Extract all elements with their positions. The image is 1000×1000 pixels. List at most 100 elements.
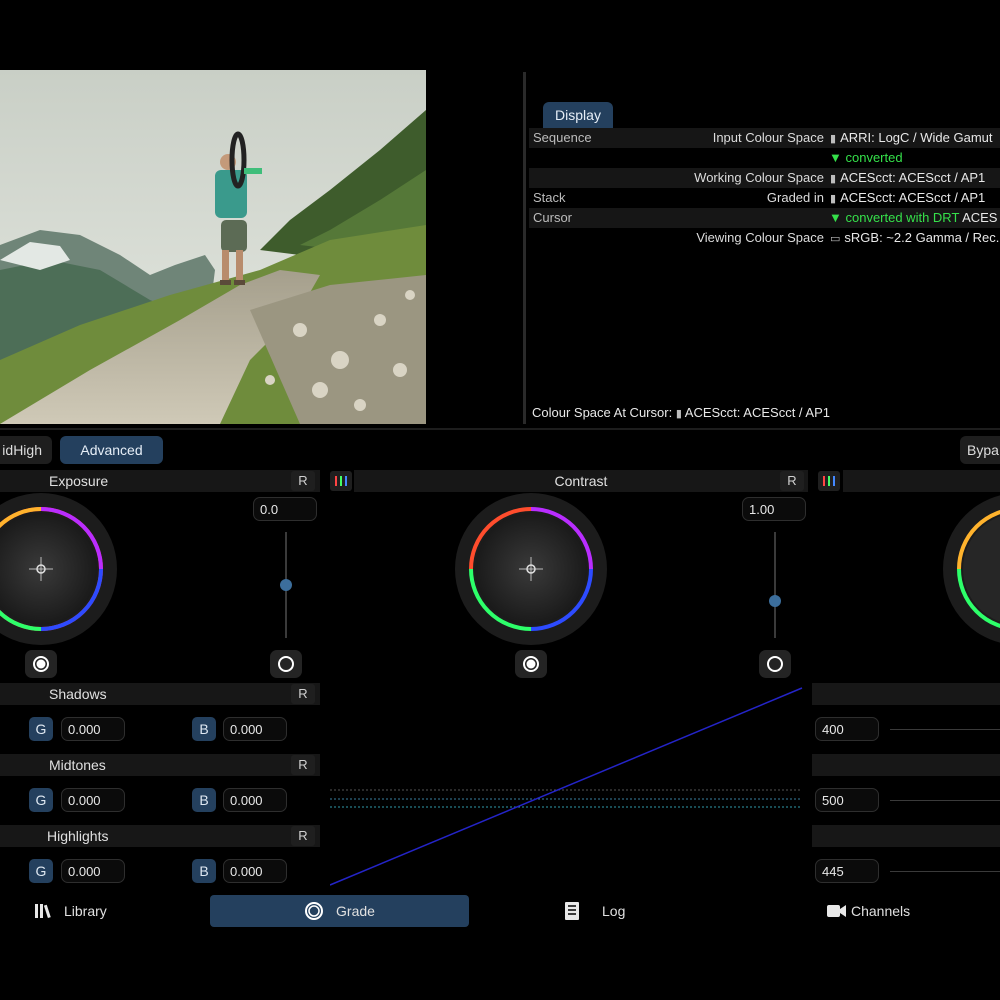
- exposure-value-field[interactable]: 0.0: [253, 497, 317, 521]
- contrast-header: Contrast: [354, 470, 808, 492]
- working-colour-space-value: ACEScct: ACEScct / AP1: [840, 170, 986, 185]
- right-highlights-field[interactable]: 445: [815, 859, 879, 883]
- camera-icon: ▮: [830, 193, 837, 205]
- converted-text: converted: [845, 150, 903, 165]
- right-highlights-slider[interactable]: [890, 871, 1000, 872]
- input-colour-space-value: ARRI: LogC / Wide Gamut: [840, 130, 993, 145]
- midtones-b-field[interactable]: 0.000: [223, 788, 287, 812]
- row-graded-in: Stack Graded in ▮ ACEScct: ACEScct / AP1: [529, 188, 1000, 208]
- graded-in-value: ACEScct: ACEScct / AP1: [840, 190, 986, 205]
- drt-name: ACES: [962, 210, 998, 225]
- row-converted: ▼ converted: [529, 148, 1000, 168]
- bottom-nav: Library Grade Log Channels: [0, 895, 1000, 930]
- shadows-g-field[interactable]: 0.000: [61, 717, 125, 741]
- contrast-wheel-reset-button[interactable]: [515, 650, 547, 678]
- camera-icon: ▮: [675, 408, 682, 420]
- exposure-slider-reset-button[interactable]: [270, 650, 302, 678]
- contrast-value-field[interactable]: 1.00: [742, 497, 806, 521]
- highlights-g-label: G: [29, 859, 53, 883]
- midhigh-button[interactable]: idHigh: [0, 436, 52, 464]
- viewer-image[interactable]: [0, 70, 426, 424]
- exposure-header: Exposure: [0, 470, 320, 492]
- ring-icon: [33, 656, 49, 672]
- drt-status: ▼ converted with DRT ACES: [829, 210, 998, 225]
- nav-channels[interactable]: Channels: [827, 895, 910, 927]
- cursor-colour-space-value: ACEScct: ACEScct / AP1: [684, 405, 831, 420]
- highlights-reset-button[interactable]: R: [291, 826, 315, 846]
- right-midtones-slider[interactable]: [890, 800, 1000, 801]
- converted-status: ▼ converted: [829, 150, 903, 165]
- right-shadows-field[interactable]: 400: [815, 717, 879, 741]
- panel-divider[interactable]: [523, 72, 526, 424]
- row-input-colour-space: Sequence Input Colour Space ▮ ARRI: LogC …: [529, 128, 1000, 148]
- contrast-slider-knob[interactable]: [769, 594, 781, 607]
- row-viewing-colour-space: Viewing Colour Space ▭ sRGB: ~2.2 Gamma /…: [529, 228, 1000, 248]
- row-value[interactable]: ▮ ACEScct: ACEScct / AP1: [830, 188, 985, 209]
- contrast-slider-track[interactable]: [774, 532, 776, 638]
- shadows-header: Shadows: [0, 683, 320, 705]
- meter-icon[interactable]: [330, 471, 352, 491]
- highlights-b-field[interactable]: 0.000: [223, 859, 287, 883]
- nav-grade[interactable]: Grade: [210, 895, 469, 927]
- log-icon: [565, 902, 579, 920]
- cursor-colour-space-label: Colour Space At Cursor:: [532, 405, 673, 420]
- nav-library-label: Library: [64, 903, 107, 919]
- viewing-colour-space-value: sRGB: ~2.2 Gamma / Rec.: [844, 230, 1000, 245]
- nav-library[interactable]: Library: [34, 895, 107, 927]
- highlights-header: Highlights: [0, 825, 320, 847]
- library-icon: [35, 904, 51, 919]
- right-highlights-header: [812, 825, 1000, 847]
- tab-display[interactable]: Display: [543, 102, 613, 128]
- ring-icon: [278, 656, 294, 672]
- video-camera-icon: [827, 905, 846, 917]
- row-label: Graded in: [766, 190, 824, 205]
- drt-text: converted with DRT: [845, 210, 960, 225]
- contrast-curve-graph[interactable]: [330, 685, 805, 890]
- midtones-reset-button[interactable]: R: [291, 755, 315, 775]
- colour-space-table: Sequence Input Colour Space ▮ ARRI: LogC …: [529, 128, 1000, 248]
- shadows-b-field[interactable]: 0.000: [223, 717, 287, 741]
- ring-icon: [767, 656, 783, 672]
- nav-log-label: Log: [602, 903, 626, 919]
- contrast-slider-reset-button[interactable]: [759, 650, 791, 678]
- contrast-color-wheel[interactable]: [452, 490, 610, 650]
- shadows-reset-button[interactable]: R: [291, 684, 315, 704]
- curve-line: [330, 687, 803, 886]
- row-value[interactable]: ▮ ARRI: LogC / Wide Gamut: [830, 128, 993, 149]
- exposure-title: Exposure: [49, 473, 109, 489]
- midtones-header: Midtones: [0, 754, 320, 776]
- row-section-label: Sequence: [533, 130, 592, 145]
- exposure-slider-knob[interactable]: [280, 579, 292, 591]
- shadows-b-label: B: [192, 717, 216, 741]
- row-cursor: Cursor ▼ converted with DRT ACES: [529, 208, 1000, 228]
- right-midtones-field[interactable]: 500: [815, 788, 879, 812]
- meter-icon[interactable]: [818, 471, 840, 491]
- bypass-button[interactable]: Bypa: [960, 436, 1000, 464]
- right-panel-header: [843, 470, 1000, 492]
- row-label: Working Colour Space: [694, 170, 824, 185]
- midtones-g-field[interactable]: 0.000: [61, 788, 125, 812]
- contrast-title: Contrast: [554, 473, 608, 489]
- midtones-b-label: B: [192, 788, 216, 812]
- nav-log[interactable]: Log: [562, 895, 625, 927]
- monitor-icon: ▭: [830, 233, 841, 245]
- right-color-wheel[interactable]: [940, 490, 1000, 650]
- grade-icon: [305, 902, 324, 920]
- row-value[interactable]: ▭ sRGB: ~2.2 Gamma / Rec.: [830, 228, 999, 249]
- cursor-colour-space: Colour Space At Cursor: ▮ ACEScct: ACESc…: [532, 405, 830, 420]
- nav-channels-label: Channels: [851, 903, 911, 919]
- highlights-g-field[interactable]: 0.000: [61, 859, 125, 883]
- section-divider: [0, 428, 1000, 430]
- row-section-label: Stack: [533, 190, 566, 205]
- right-shadows-slider[interactable]: [890, 729, 1000, 730]
- row-section-label: Cursor: [533, 210, 573, 225]
- highlights-title: Highlights: [47, 828, 109, 844]
- row-label: Input Colour Space: [712, 130, 824, 145]
- advanced-button[interactable]: Advanced: [60, 436, 163, 464]
- exposure-color-wheel[interactable]: [0, 490, 130, 650]
- camera-icon: ▮: [830, 173, 837, 185]
- contrast-reset-button[interactable]: R: [780, 471, 804, 491]
- exposure-reset-button[interactable]: R: [291, 471, 315, 491]
- exposure-wheel-reset-button[interactable]: [25, 650, 57, 678]
- row-value[interactable]: ▮ ACEScct: ACEScct / AP1: [830, 168, 985, 189]
